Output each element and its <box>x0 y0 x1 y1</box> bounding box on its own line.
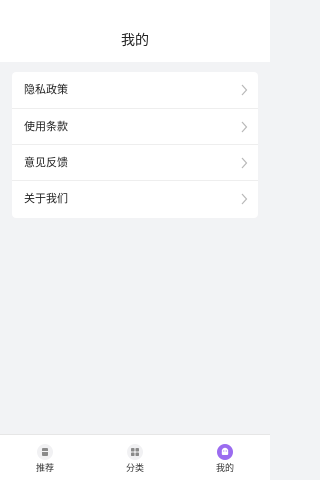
book-icon <box>37 444 53 460</box>
menu-item-about-us[interactable]: 关于我们 <box>12 180 258 216</box>
tab-label: 我的 <box>215 464 234 474</box>
chevron-right-icon <box>241 121 248 132</box>
menu-item-label: 隐私政策 <box>24 83 68 96</box>
menu-item-feedback[interactable]: 意见反馈 <box>12 144 258 180</box>
tab-recommend[interactable]: 推荐 <box>0 435 90 480</box>
tab-category[interactable]: 分类 <box>90 435 180 480</box>
menu-item-privacy-policy[interactable]: 隐私政策 <box>12 72 258 108</box>
bottom-tab-bar: 推荐 分类 我的 <box>0 434 270 480</box>
page-title: 我的 <box>121 33 149 49</box>
top-header: 我的 <box>0 0 270 62</box>
menu-item-label: 使用条款 <box>24 119 68 133</box>
tab-label: 分类 <box>125 464 144 474</box>
tab-mine[interactable]: 我的 <box>180 435 270 480</box>
menu-item-terms-of-use[interactable]: 使用条款 <box>12 108 258 144</box>
settings-menu: 隐私政策 使用条款 意见反馈 关于我们 <box>12 72 258 218</box>
chevron-right-icon <box>241 157 248 168</box>
chevron-right-icon <box>241 193 248 204</box>
chevron-right-icon <box>241 84 248 96</box>
tab-label: 推荐 <box>35 464 54 474</box>
menu-item-label: 意见反馈 <box>24 155 68 169</box>
menu-item-label: 关于我们 <box>24 191 68 205</box>
profile-icon <box>217 444 233 460</box>
grid-icon <box>127 444 143 460</box>
